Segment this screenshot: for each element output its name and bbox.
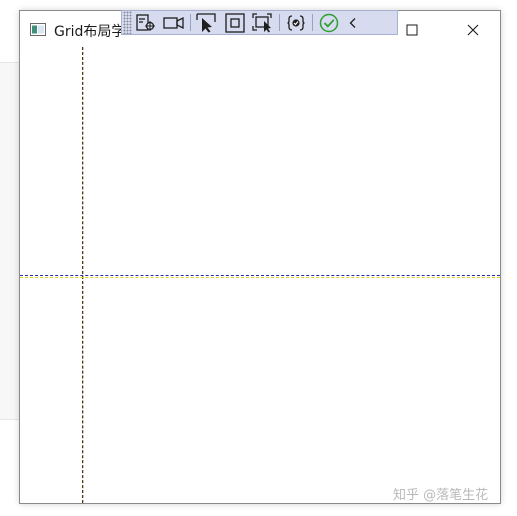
toolbar-grip[interactable]	[123, 11, 132, 34]
grid-row-splitter-line	[20, 275, 500, 276]
collapse-toolbar-button[interactable]	[343, 11, 363, 34]
app-window-icon	[30, 23, 46, 36]
select-element-button[interactable]	[193, 11, 221, 34]
background-panel	[0, 62, 20, 420]
grid-row-splitter-line-accent	[20, 277, 500, 278]
live-visual-tree-icon	[136, 13, 155, 31]
binding-failures-button[interactable]	[282, 11, 310, 34]
display-layout-adorners-icon	[225, 12, 245, 33]
window-title: Grid布局学	[54, 24, 126, 40]
maximize-icon	[406, 24, 418, 36]
toolbar-separator	[279, 14, 280, 31]
maximize-button[interactable]	[397, 19, 427, 41]
toolbar-separator	[312, 14, 313, 31]
live-visual-tree-button[interactable]	[132, 11, 160, 34]
app-window: Grid布局学	[19, 10, 501, 504]
xaml-debug-toolbar	[121, 10, 398, 35]
hot-reload-ok-icon	[319, 13, 339, 32]
select-element-icon	[196, 12, 216, 32]
display-layout-adorners-button[interactable]	[221, 11, 249, 34]
collapse-chevron-icon	[349, 17, 356, 28]
track-focus-button[interactable]	[249, 11, 277, 34]
preview-button[interactable]	[160, 11, 188, 34]
hot-reload-status-button[interactable]	[315, 11, 343, 34]
preview-camera-icon	[163, 16, 184, 29]
toolbar-separator	[190, 14, 191, 31]
close-icon	[467, 24, 479, 36]
binding-failures-icon	[287, 14, 305, 31]
close-button[interactable]	[458, 19, 488, 41]
track-focus-icon	[252, 12, 272, 32]
watermark-text: 知乎 @落笔生花	[393, 488, 489, 503]
